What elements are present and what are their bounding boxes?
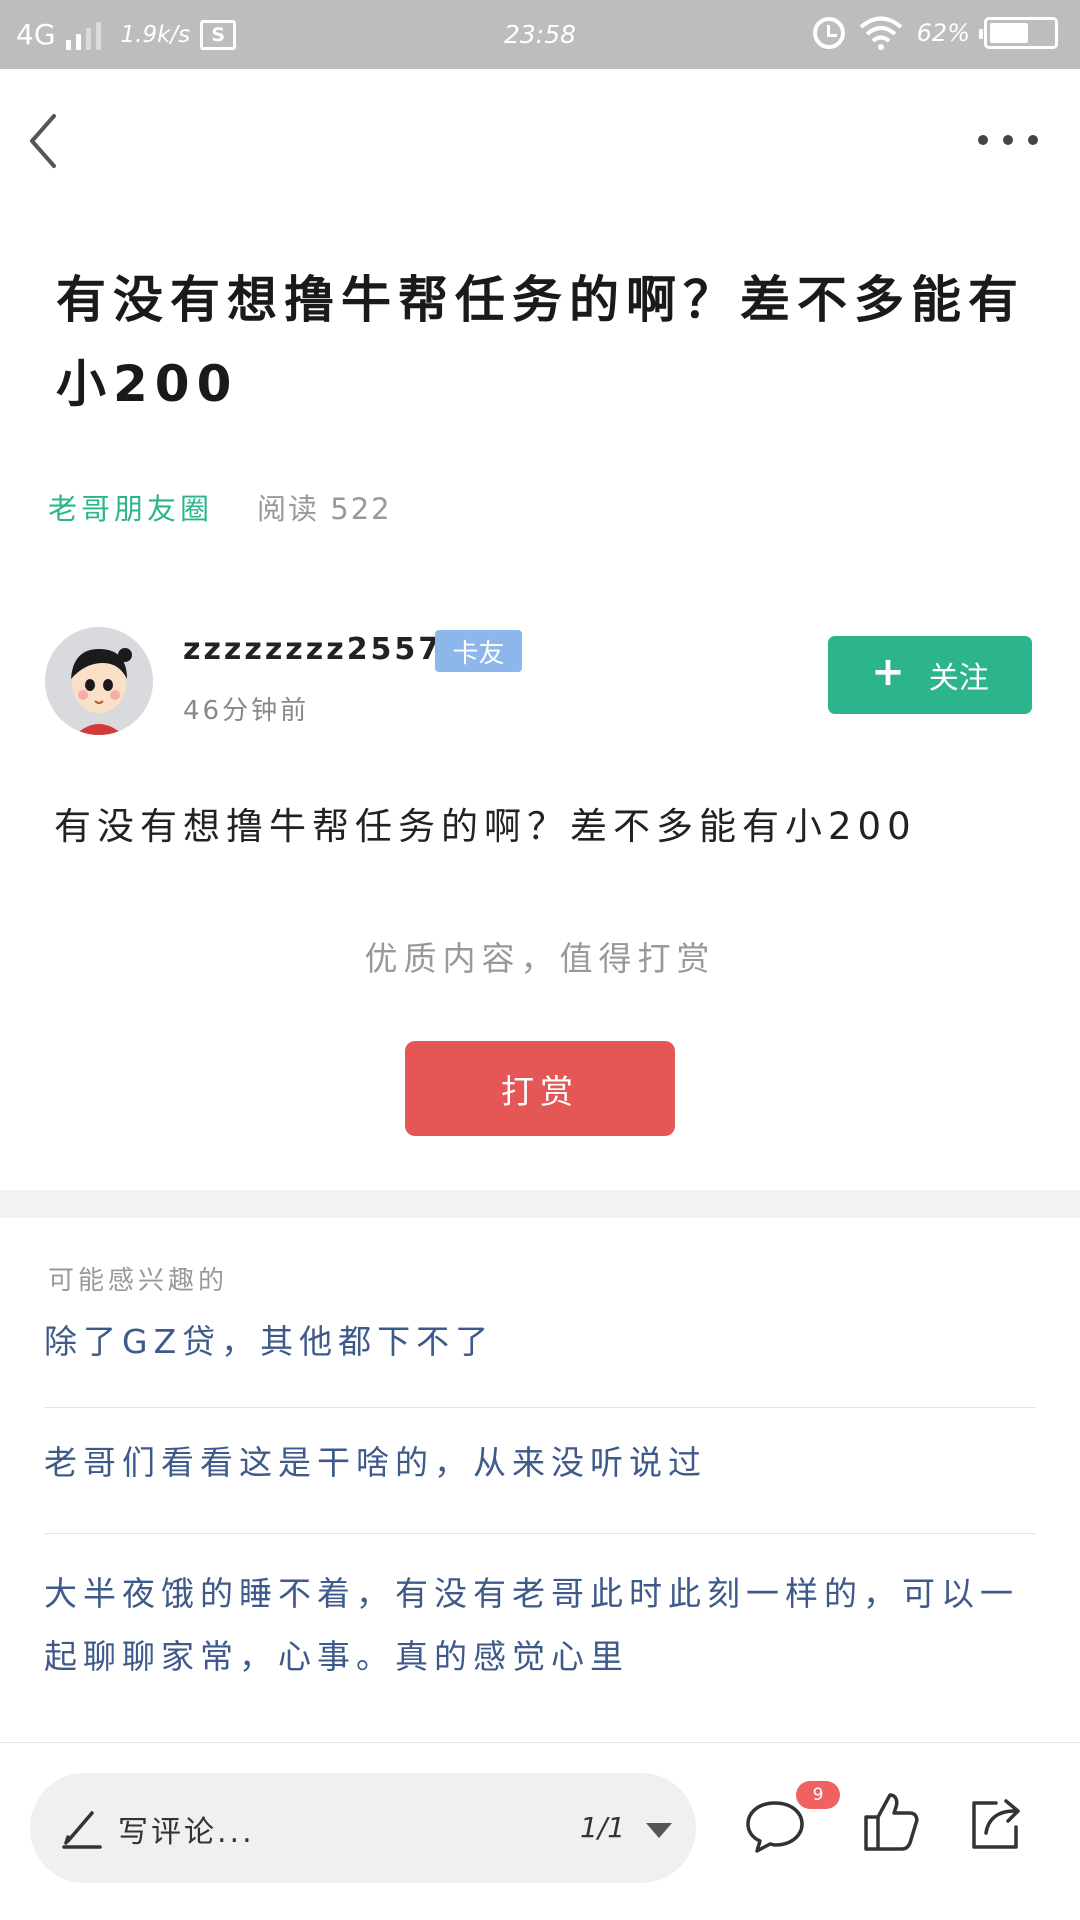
more-dot-icon (978, 135, 988, 145)
status-right: 62% (812, 16, 1058, 50)
author-name[interactable]: zzzzzzzz2557 (183, 632, 442, 667)
plus-icon: + (871, 649, 905, 695)
comment-bubble-icon (746, 1801, 804, 1853)
follow-label: 关注 (928, 661, 989, 696)
status-bar: 4G 1.9k/s S 23:58 62% (0, 0, 1080, 69)
thumbs-up-icon (864, 1793, 919, 1851)
more-options-button[interactable] (978, 122, 1038, 158)
post-time: 46分钟前 (183, 696, 310, 726)
avatar-image (45, 627, 153, 735)
share-button[interactable] (966, 1793, 1028, 1853)
page-indicator: 1/1 (580, 1811, 626, 1844)
post-title: 有没有想撸牛帮任务的啊？差不多能有小200 (56, 271, 1025, 413)
post-body: 有没有想撸牛帮任务的啊？差不多能有小200 (54, 805, 917, 848)
avatar[interactable] (45, 627, 153, 735)
back-button[interactable] (26, 112, 66, 170)
reward-hint: 优质内容，值得打赏 (364, 939, 716, 978)
more-dot-icon (1003, 135, 1013, 145)
related-list: 除了GZ贷，其他都下不了 老哥们看看这是干啥的，从来没听说过 大半夜饿的睡不着，… (44, 1314, 1036, 1688)
alarm-icon (812, 17, 845, 49)
more-dot-icon (1028, 135, 1038, 145)
comments-count-badge: 9 (796, 1781, 840, 1809)
battery-fill (990, 23, 1029, 43)
related-item[interactable]: 大半夜饿的睡不着，有没有老哥此时此刻一样的，可以一起聊聊家常，心事。真的感觉心里 (44, 1534, 1036, 1688)
related-item[interactable]: 老哥们看看这是干啥的，从来没听说过 (44, 1408, 1036, 1534)
chevron-left-icon (30, 114, 56, 168)
reward-button[interactable]: 打赏 (405, 1041, 675, 1136)
battery-percent: 62% (916, 19, 970, 47)
comment-input[interactable]: 写评论... 1/1 (30, 1773, 696, 1883)
bottom-bar: 写评论... 1/1 9 (0, 1742, 1080, 1920)
comment-placeholder: 写评论... (118, 1815, 255, 1850)
read-count: 阅读 522 (257, 486, 392, 528)
read-number: 522 (330, 492, 392, 526)
circle-link[interactable]: 老哥朋友圈 (48, 486, 213, 528)
read-label: 阅读 (257, 492, 320, 526)
post-meta: 老哥朋友圈 阅读 522 (48, 486, 392, 528)
like-button[interactable] (862, 1789, 920, 1853)
share-icon (972, 1799, 1020, 1849)
section-divider (0, 1190, 1080, 1218)
follow-button[interactable]: + 关注 (828, 636, 1032, 714)
related-heading: 可能感兴趣的 (48, 1266, 229, 1296)
pen-icon (62, 1811, 102, 1849)
wifi-icon (859, 16, 902, 50)
dropdown-arrow-icon[interactable] (646, 1823, 672, 1838)
related-item[interactable]: 除了GZ贷，其他都下不了 (44, 1296, 1036, 1408)
comments-button[interactable] (744, 1799, 806, 1855)
author-badge: 卡友 (435, 630, 522, 672)
battery-icon (979, 17, 1058, 49)
